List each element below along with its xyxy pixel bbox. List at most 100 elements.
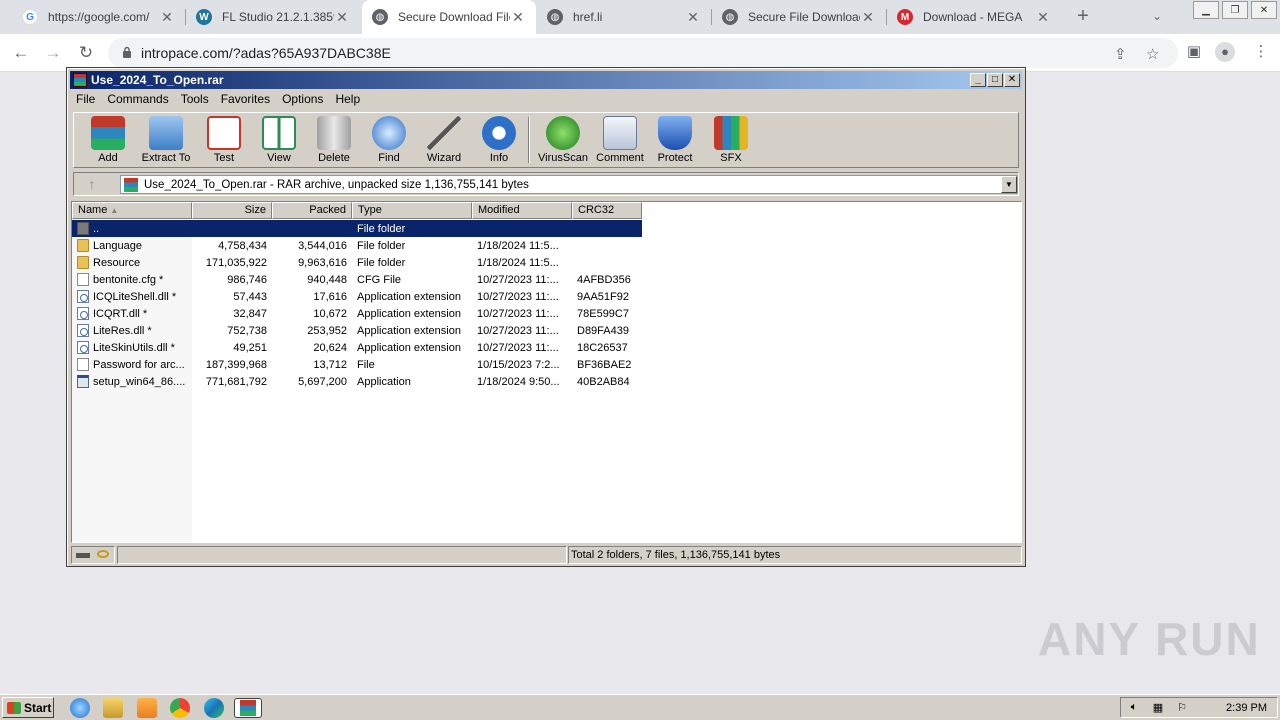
media-player-icon[interactable] (137, 698, 157, 718)
chrome-menu-icon[interactable]: ⋮ (1250, 42, 1272, 60)
minimize-icon[interactable]: _ (970, 73, 986, 87)
profile-avatar-icon[interactable]: ● (1214, 42, 1236, 62)
winrar-app-icon (73, 73, 87, 87)
close-tab-icon[interactable]: ✕ (334, 9, 350, 26)
menu-help[interactable]: Help (329, 90, 366, 108)
info-button[interactable]: Info (469, 116, 529, 168)
chevron-down-icon[interactable]: ▼ (1001, 176, 1017, 193)
menu-tools[interactable]: Tools (175, 90, 215, 108)
menu-options[interactable]: Options (276, 90, 329, 108)
close-tab-icon[interactable]: ✕ (860, 9, 876, 26)
share-icon[interactable]: ⇪ (1114, 45, 1127, 63)
edge-icon[interactable] (204, 698, 224, 718)
browser-tab[interactable]: ◍ Secure File Download ✕ (712, 0, 886, 34)
file-list[interactable]: Name ▲ Size Packed Type Modified CRC32 .… (71, 201, 1022, 543)
table-row[interactable]: ICQLiteShell.dll * 57,443 17,616 Applica… (72, 288, 642, 305)
chrome-icon[interactable] (170, 698, 190, 718)
parent-folder-icon (77, 222, 89, 235)
tool-label: Extract To (141, 152, 191, 164)
virusscan-button[interactable]: VirusScan (533, 116, 593, 168)
restore-icon[interactable]: ❐ (1222, 1, 1248, 19)
comment-icon (603, 116, 637, 150)
comment-button[interactable]: Comment (590, 116, 650, 168)
table-row[interactable]: ICQRT.dll * 32,847 10,672 Application ex… (72, 305, 642, 322)
column-header-modified[interactable]: Modified (472, 202, 572, 219)
browser-tab[interactable]: G https://google.com/ ✕ (0, 0, 185, 34)
table-row[interactable]: Password for arc... 187,399,968 13,712 F… (72, 356, 642, 373)
browser-tab[interactable]: ◍ href.li ✕ (537, 0, 711, 34)
drive-icon (76, 553, 90, 558)
close-icon[interactable]: ✕ (1004, 73, 1020, 87)
browser-tab-active[interactable]: ◍ Secure Download File ✕ (362, 0, 536, 34)
winrar-taskbar-button[interactable] (234, 698, 262, 718)
maximize-icon[interactable]: □ (987, 73, 1003, 87)
url-text[interactable]: intropace.com/?adas?65A937DABC38E (141, 45, 391, 61)
address-bar[interactable]: intropace.com/?adas?65A937DABC38E ⇪ ☆ (108, 38, 1178, 68)
bookmark-star-icon[interactable]: ☆ (1146, 45, 1159, 63)
dll-file-icon (77, 341, 89, 354)
winrar-titlebar[interactable]: Use_2024_To_Open.rar _ □ ✕ (70, 71, 1022, 89)
flag-icon[interactable]: ⚐ (1175, 701, 1189, 715)
close-window-icon[interactable]: ✕ (1251, 1, 1277, 19)
column-header-crc32[interactable]: CRC32 (572, 202, 642, 219)
folder-icon (77, 256, 89, 269)
column-header-name[interactable]: Name ▲ (72, 202, 192, 219)
table-row[interactable]: .. File folder (72, 220, 642, 237)
side-panel-icon[interactable]: ▣ (1183, 42, 1205, 60)
internet-explorer-icon[interactable] (70, 698, 90, 718)
add-button[interactable]: Add (78, 116, 138, 168)
close-tab-icon[interactable]: ✕ (1035, 9, 1051, 26)
close-tab-icon[interactable]: ✕ (685, 9, 701, 26)
tool-label: Protect (657, 152, 693, 164)
table-row[interactable]: setup_win64_86.... 771,681,792 5,697,200… (72, 373, 642, 390)
table-row[interactable]: bentonite.cfg * 986,746 940,448 CFG File… (72, 271, 642, 288)
minimize-icon[interactable]: ▁ (1193, 1, 1219, 19)
path-bar: ↑ Use_2024_To_Open.rar - RAR archive, un… (73, 172, 1019, 196)
wand-icon (427, 116, 461, 150)
table-row[interactable]: Resource 171,035,922 9,963,616 File fold… (72, 254, 642, 271)
delete-button[interactable]: Delete (304, 116, 364, 168)
menu-file[interactable]: File (70, 90, 101, 108)
file-icon (77, 358, 89, 371)
back-arrow-icon[interactable]: ← (10, 42, 32, 64)
start-button[interactable]: Start (2, 697, 54, 718)
column-header-type[interactable]: Type (352, 202, 472, 219)
column-header-size[interactable]: Size (192, 202, 272, 219)
protect-button[interactable]: Protect (645, 116, 705, 168)
wizard-button[interactable]: Wizard (414, 116, 474, 168)
list-header: Name ▲ Size Packed Type Modified CRC32 (72, 202, 642, 219)
table-row[interactable]: Language 4,758,434 3,544,016 File folder… (72, 237, 642, 254)
menu-commands[interactable]: Commands (101, 90, 174, 108)
close-tab-icon[interactable]: ✕ (510, 9, 526, 26)
close-tab-icon[interactable]: ✕ (159, 9, 175, 26)
tool-label: Comment (596, 152, 644, 164)
volume-icon[interactable]: 🔈︎ (1127, 701, 1141, 715)
menu-favorites[interactable]: Favorites (215, 90, 276, 108)
file-explorer-icon[interactable] (103, 698, 123, 718)
test-button[interactable]: Test (194, 116, 254, 168)
table-row[interactable]: LiteSkinUtils.dll * 49,251 20,624 Applic… (72, 339, 642, 356)
tab-title: href.li (573, 10, 603, 24)
clock[interactable]: 2:39 PM (1226, 702, 1267, 714)
find-button[interactable]: Find (359, 116, 419, 168)
path-combobox[interactable]: Use_2024_To_Open.rar - RAR archive, unpa… (120, 175, 1018, 194)
tool-label: Test (213, 152, 235, 164)
up-folder-arrow-icon[interactable]: ↑ (78, 174, 106, 194)
new-tab-icon[interactable]: + (1073, 6, 1093, 27)
view-button[interactable]: View (249, 116, 309, 168)
sfx-button[interactable]: SFX (701, 116, 761, 168)
extract-to-button[interactable]: Extract To (136, 116, 196, 168)
forward-arrow-icon[interactable]: → (42, 42, 64, 64)
reload-icon[interactable]: ↻ (75, 42, 97, 64)
table-row[interactable]: LiteRes.dll * 752,738 253,952 Applicatio… (72, 322, 642, 339)
tab-search-chevron-icon[interactable]: ⌄ (1152, 9, 1162, 23)
column-header-packed[interactable]: Packed (272, 202, 352, 219)
status-selection (117, 546, 567, 564)
folder-icon (77, 239, 89, 252)
browser-tab[interactable]: W FL Studio 21.2.1.3859 ✕ (186, 0, 360, 34)
network-icon[interactable]: ▦ (1151, 701, 1165, 715)
anyrun-watermark-logo: ANY RUN (1038, 613, 1261, 665)
lock-icon[interactable] (122, 46, 132, 58)
browser-tab[interactable]: M Download - MEGA ✕ (887, 0, 1061, 34)
status-drive-key-icons[interactable] (71, 546, 115, 564)
